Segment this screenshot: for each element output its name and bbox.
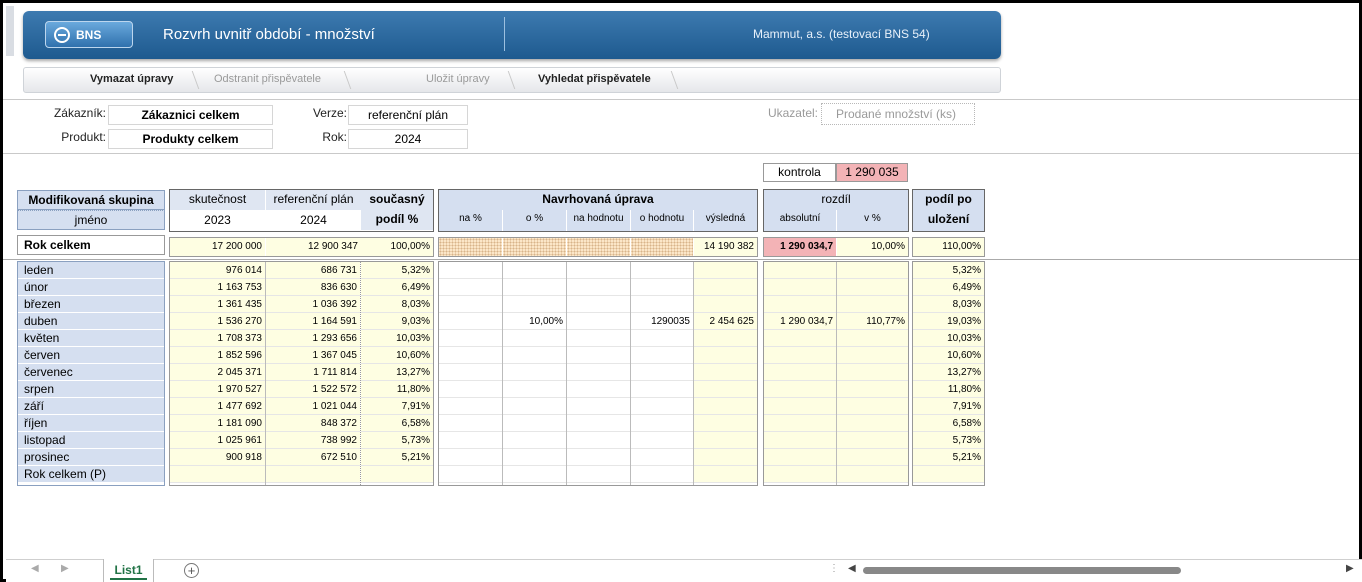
globe-icon [54, 26, 70, 43]
month-names-box [17, 261, 165, 486]
prev-sheet-icon[interactable]: ◀ [31, 563, 39, 574]
group-header: Modifikovaná skupina [17, 190, 165, 210]
customer-field[interactable]: Zákaznici celkem [108, 105, 273, 125]
proposal-body-box [438, 261, 758, 486]
horizontal-scrollbar[interactable] [863, 567, 1181, 574]
check-value: 1 290 035 [836, 163, 908, 182]
total-row-name: Rok celkem [17, 235, 165, 255]
scroll-left-icon[interactable]: ◀ [848, 563, 856, 574]
check-label: kontrola [763, 163, 836, 182]
toolbar-separator [502, 71, 516, 89]
product-field[interactable]: Produkty celkem [108, 129, 273, 149]
divider [3, 99, 1359, 100]
scroll-split-icon: ⋮ [829, 563, 839, 574]
clear-edits-button[interactable]: Vymazat úpravy [90, 73, 173, 85]
company-name: Mammut, a.s. (testovací BNS 54) [753, 27, 930, 41]
total-proposal-box [438, 237, 758, 257]
col-line [630, 262, 631, 485]
total-diff-box [763, 237, 909, 257]
banner-divider [493, 17, 505, 51]
brand-label: BNS [76, 27, 102, 42]
next-sheet-icon[interactable]: ▶ [61, 563, 69, 574]
year-field[interactable]: 2024 [348, 129, 468, 149]
col-line [265, 262, 266, 485]
find-contributors-button[interactable]: Vyhledat přispěvatele [538, 73, 651, 85]
customer-label: Zákazník: [53, 106, 106, 120]
total-base-box [169, 237, 434, 257]
col-line [836, 262, 837, 485]
name-header: jméno [17, 210, 165, 230]
header-banner: BNS Rozvrh uvnitř období - množství Mamm… [23, 11, 1001, 59]
base-body-box [169, 261, 434, 486]
page-title: Rozvrh uvnitř období - množství [163, 26, 375, 43]
product-label: Produkt: [61, 130, 106, 144]
toolbar-separator [665, 71, 679, 89]
col-line [360, 262, 361, 485]
bns-logo-button[interactable]: BNS [45, 21, 133, 48]
version-label: Verze: [312, 106, 347, 120]
diff-header-box [763, 189, 909, 232]
base-header-box [169, 189, 434, 232]
col-line [693, 262, 694, 485]
indicator-field[interactable]: Prodané množství (ks) [821, 103, 975, 125]
workbook-window: BNS Rozvrh uvnitř období - množství Mamm… [0, 0, 1362, 582]
toolbar: Vymazat úpravy Odstranit přispěvatele Ul… [23, 67, 1001, 93]
proposal-header-box [438, 189, 758, 232]
year-label: Rok: [322, 130, 347, 144]
toolbar-separator [186, 71, 200, 89]
save-edits-button[interactable]: Uložit úpravy [426, 73, 490, 85]
sheet-tab-list1[interactable]: List1 [103, 559, 154, 582]
remove-contributors-button[interactable]: Odstranit přispěvatele [214, 73, 321, 85]
col-line [566, 262, 567, 485]
col-line [502, 262, 503, 485]
divider [3, 259, 1359, 260]
after-body-box [912, 261, 985, 486]
scroll-right-icon[interactable]: ▶ [1346, 563, 1354, 574]
version-field[interactable]: referenční plán [348, 105, 468, 125]
total-after-box [912, 237, 985, 257]
after-header-box [912, 189, 985, 232]
add-sheet-icon[interactable]: + [184, 563, 199, 578]
indicator-label: Ukazatel: [767, 106, 818, 120]
divider [3, 153, 1359, 154]
left-strip [6, 6, 14, 56]
toolbar-separator [338, 71, 352, 89]
